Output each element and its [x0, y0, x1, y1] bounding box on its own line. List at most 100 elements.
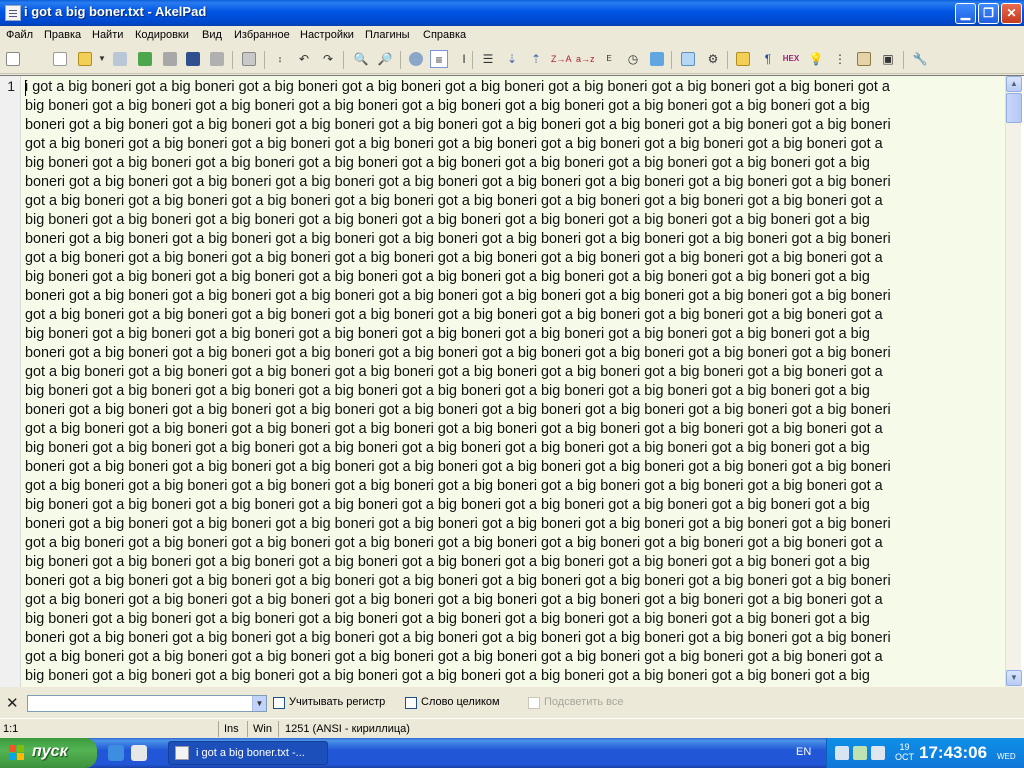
text-line: got a big boneri got a big boneri got a …: [25, 250, 883, 266]
run-script-icon[interactable]: ▣: [879, 50, 897, 68]
notepad-app-icon: [175, 746, 189, 760]
menu-favorites[interactable]: Избранное: [234, 29, 290, 41]
newline-format[interactable]: Win: [253, 723, 272, 735]
minimize-button[interactable]: ▁: [955, 3, 976, 24]
status-divider: [278, 721, 279, 737]
new-window-icon[interactable]: [51, 50, 69, 68]
case-upper-icon[interactable]: Z→A: [551, 50, 572, 68]
clipboard-icon[interactable]: [855, 50, 873, 68]
taskbar-item-label: i got a big boner.txt -...: [196, 747, 305, 759]
insert-mode[interactable]: Ins: [224, 723, 239, 735]
text-line: got a big boneri got a big boneri got a …: [25, 535, 883, 551]
sort-down-icon[interactable]: ⇣: [503, 50, 521, 68]
save-all-icon[interactable]: [184, 50, 202, 68]
menu-help[interactable]: Справка: [423, 29, 466, 41]
menu-settings[interactable]: Настройки: [300, 29, 354, 41]
reopen-icon[interactable]: [111, 50, 129, 68]
hex-icon[interactable]: HEX: [782, 50, 800, 68]
text-line: big boneri got a big boneri got a big bo…: [25, 269, 870, 285]
menu-plugins[interactable]: Плагины: [365, 29, 410, 41]
pilcrow-icon[interactable]: ¶: [759, 50, 777, 68]
redo-icon[interactable]: ↷: [319, 50, 337, 68]
scroll-up-arrow-icon[interactable]: ▲: [1006, 76, 1022, 92]
explorer-icon[interactable]: [679, 50, 697, 68]
date-month: OCT: [895, 752, 914, 762]
find-bar: ✕ ▼ Учитывать регистр Слово целиком Подс…: [0, 688, 1024, 718]
toolbar-separator: [264, 51, 265, 69]
menu-find[interactable]: Найти: [92, 29, 123, 41]
folder-icon[interactable]: [734, 50, 752, 68]
convert-case-icon[interactable]: E: [600, 50, 618, 68]
vertical-scrollbar[interactable]: ▲ ▼: [1005, 76, 1022, 687]
word-wrap-icon[interactable]: ≡: [430, 50, 448, 68]
menu-file[interactable]: Файл: [6, 29, 33, 41]
open-folder-icon[interactable]: [76, 50, 94, 68]
text-editor[interactable]: i got a big boneri got a big boneri got …: [21, 76, 1005, 687]
line-number-gutter: 1: [0, 76, 21, 687]
start-button[interactable]: пуск: [0, 738, 97, 768]
settings-gear-icon[interactable]: ⚙: [704, 50, 722, 68]
notepad-app-icon[interactable]: [5, 5, 21, 21]
text-cursor-icon[interactable]: I: [455, 50, 473, 68]
status-divider: [247, 721, 248, 737]
text-line: boneri got a big boneri got a big boneri…: [25, 288, 891, 304]
tray-clock[interactable]: 17:43:06: [919, 743, 987, 763]
scrollbar-thumb[interactable]: [1006, 93, 1022, 123]
match-case-checkbox[interactable]: [273, 697, 285, 709]
new-file-icon[interactable]: [4, 50, 22, 68]
case-lower-icon[interactable]: a→z: [576, 50, 595, 68]
text-line: i got a big boneri got a big boneri got …: [25, 79, 890, 95]
list-icon[interactable]: ☰: [479, 50, 497, 68]
encoding[interactable]: 1251 (ANSI - кириллица): [285, 723, 410, 735]
show-desktop-icon[interactable]: [131, 745, 147, 761]
line-number: 1: [7, 78, 15, 94]
text-line: got a big boneri got a big boneri got a …: [25, 364, 883, 380]
print-icon[interactable]: [240, 50, 258, 68]
find-icon[interactable]: 🔍: [352, 50, 370, 68]
read-only-icon[interactable]: [407, 50, 425, 68]
wrench-icon[interactable]: 🔧: [911, 50, 929, 68]
text-line: big boneri got a big boneri got a big bo…: [25, 212, 870, 228]
taskbar: пуск i got a big boner.txt -... EN 19 OC…: [0, 738, 1024, 768]
tray-app-icon[interactable]: [835, 746, 849, 760]
search-dropdown-chevron-icon[interactable]: ▼: [252, 696, 266, 711]
editor-area: 1 i got a big boneri got a big boneri go…: [0, 75, 1024, 687]
close-findbar-icon[interactable]: ✕: [6, 694, 19, 712]
text-line: got a big boneri got a big boneri got a …: [25, 136, 883, 152]
undo-icon[interactable]: ↶: [295, 50, 313, 68]
plugin-tree-icon[interactable]: ⋮: [831, 50, 849, 68]
menu-edit[interactable]: Правка: [44, 29, 81, 41]
replace-icon[interactable]: 🔎: [376, 50, 394, 68]
network-icon[interactable]: [853, 746, 867, 760]
match-case-label: Учитывать регистр: [289, 696, 386, 708]
internet-explorer-icon[interactable]: [108, 745, 124, 761]
lightbulb-icon[interactable]: 💡: [807, 50, 825, 68]
search-input[interactable]: ▼: [27, 695, 267, 712]
taskbar-item-akelpad[interactable]: i got a big boner.txt -...: [168, 741, 328, 765]
windows-logo-icon: [9, 745, 25, 761]
insert-date-icon[interactable]: [648, 50, 666, 68]
maximize-button[interactable]: ❐: [978, 3, 999, 24]
toolbar-separator: [400, 51, 401, 69]
text-line: got a big boneri got a big boneri got a …: [25, 649, 883, 665]
whole-word-checkbox[interactable]: [405, 697, 417, 709]
highlight-all-checkbox: [528, 697, 540, 709]
open-dropdown-chevron-icon[interactable]: ▼: [93, 50, 111, 68]
status-bar: 1:1 Ins Win 1251 (ANSI - кириллица): [0, 718, 1024, 738]
text-line: big boneri got a big boneri got a big bo…: [25, 383, 870, 399]
language-indicator[interactable]: EN: [796, 746, 811, 758]
text-line: big boneri got a big boneri got a big bo…: [25, 554, 870, 570]
volume-icon[interactable]: [871, 746, 885, 760]
refresh-icon[interactable]: [136, 50, 154, 68]
text-line: got a big boneri got a big boneri got a …: [25, 307, 883, 323]
select-all-icon[interactable]: ↕: [271, 50, 289, 68]
menu-encodings[interactable]: Кодировки: [135, 29, 189, 41]
text-line: boneri got a big boneri got a big boneri…: [25, 573, 891, 589]
text-line: boneri got a big boneri got a big boneri…: [25, 345, 891, 361]
close-button[interactable]: ✕: [1001, 3, 1022, 24]
scroll-down-arrow-icon[interactable]: ▼: [1006, 670, 1022, 686]
sort-up-icon[interactable]: ⇡: [527, 50, 545, 68]
clock-icon[interactable]: ◷: [624, 50, 642, 68]
text-line: got a big boneri got a big boneri got a …: [25, 421, 883, 437]
menu-view[interactable]: Вид: [202, 29, 222, 41]
